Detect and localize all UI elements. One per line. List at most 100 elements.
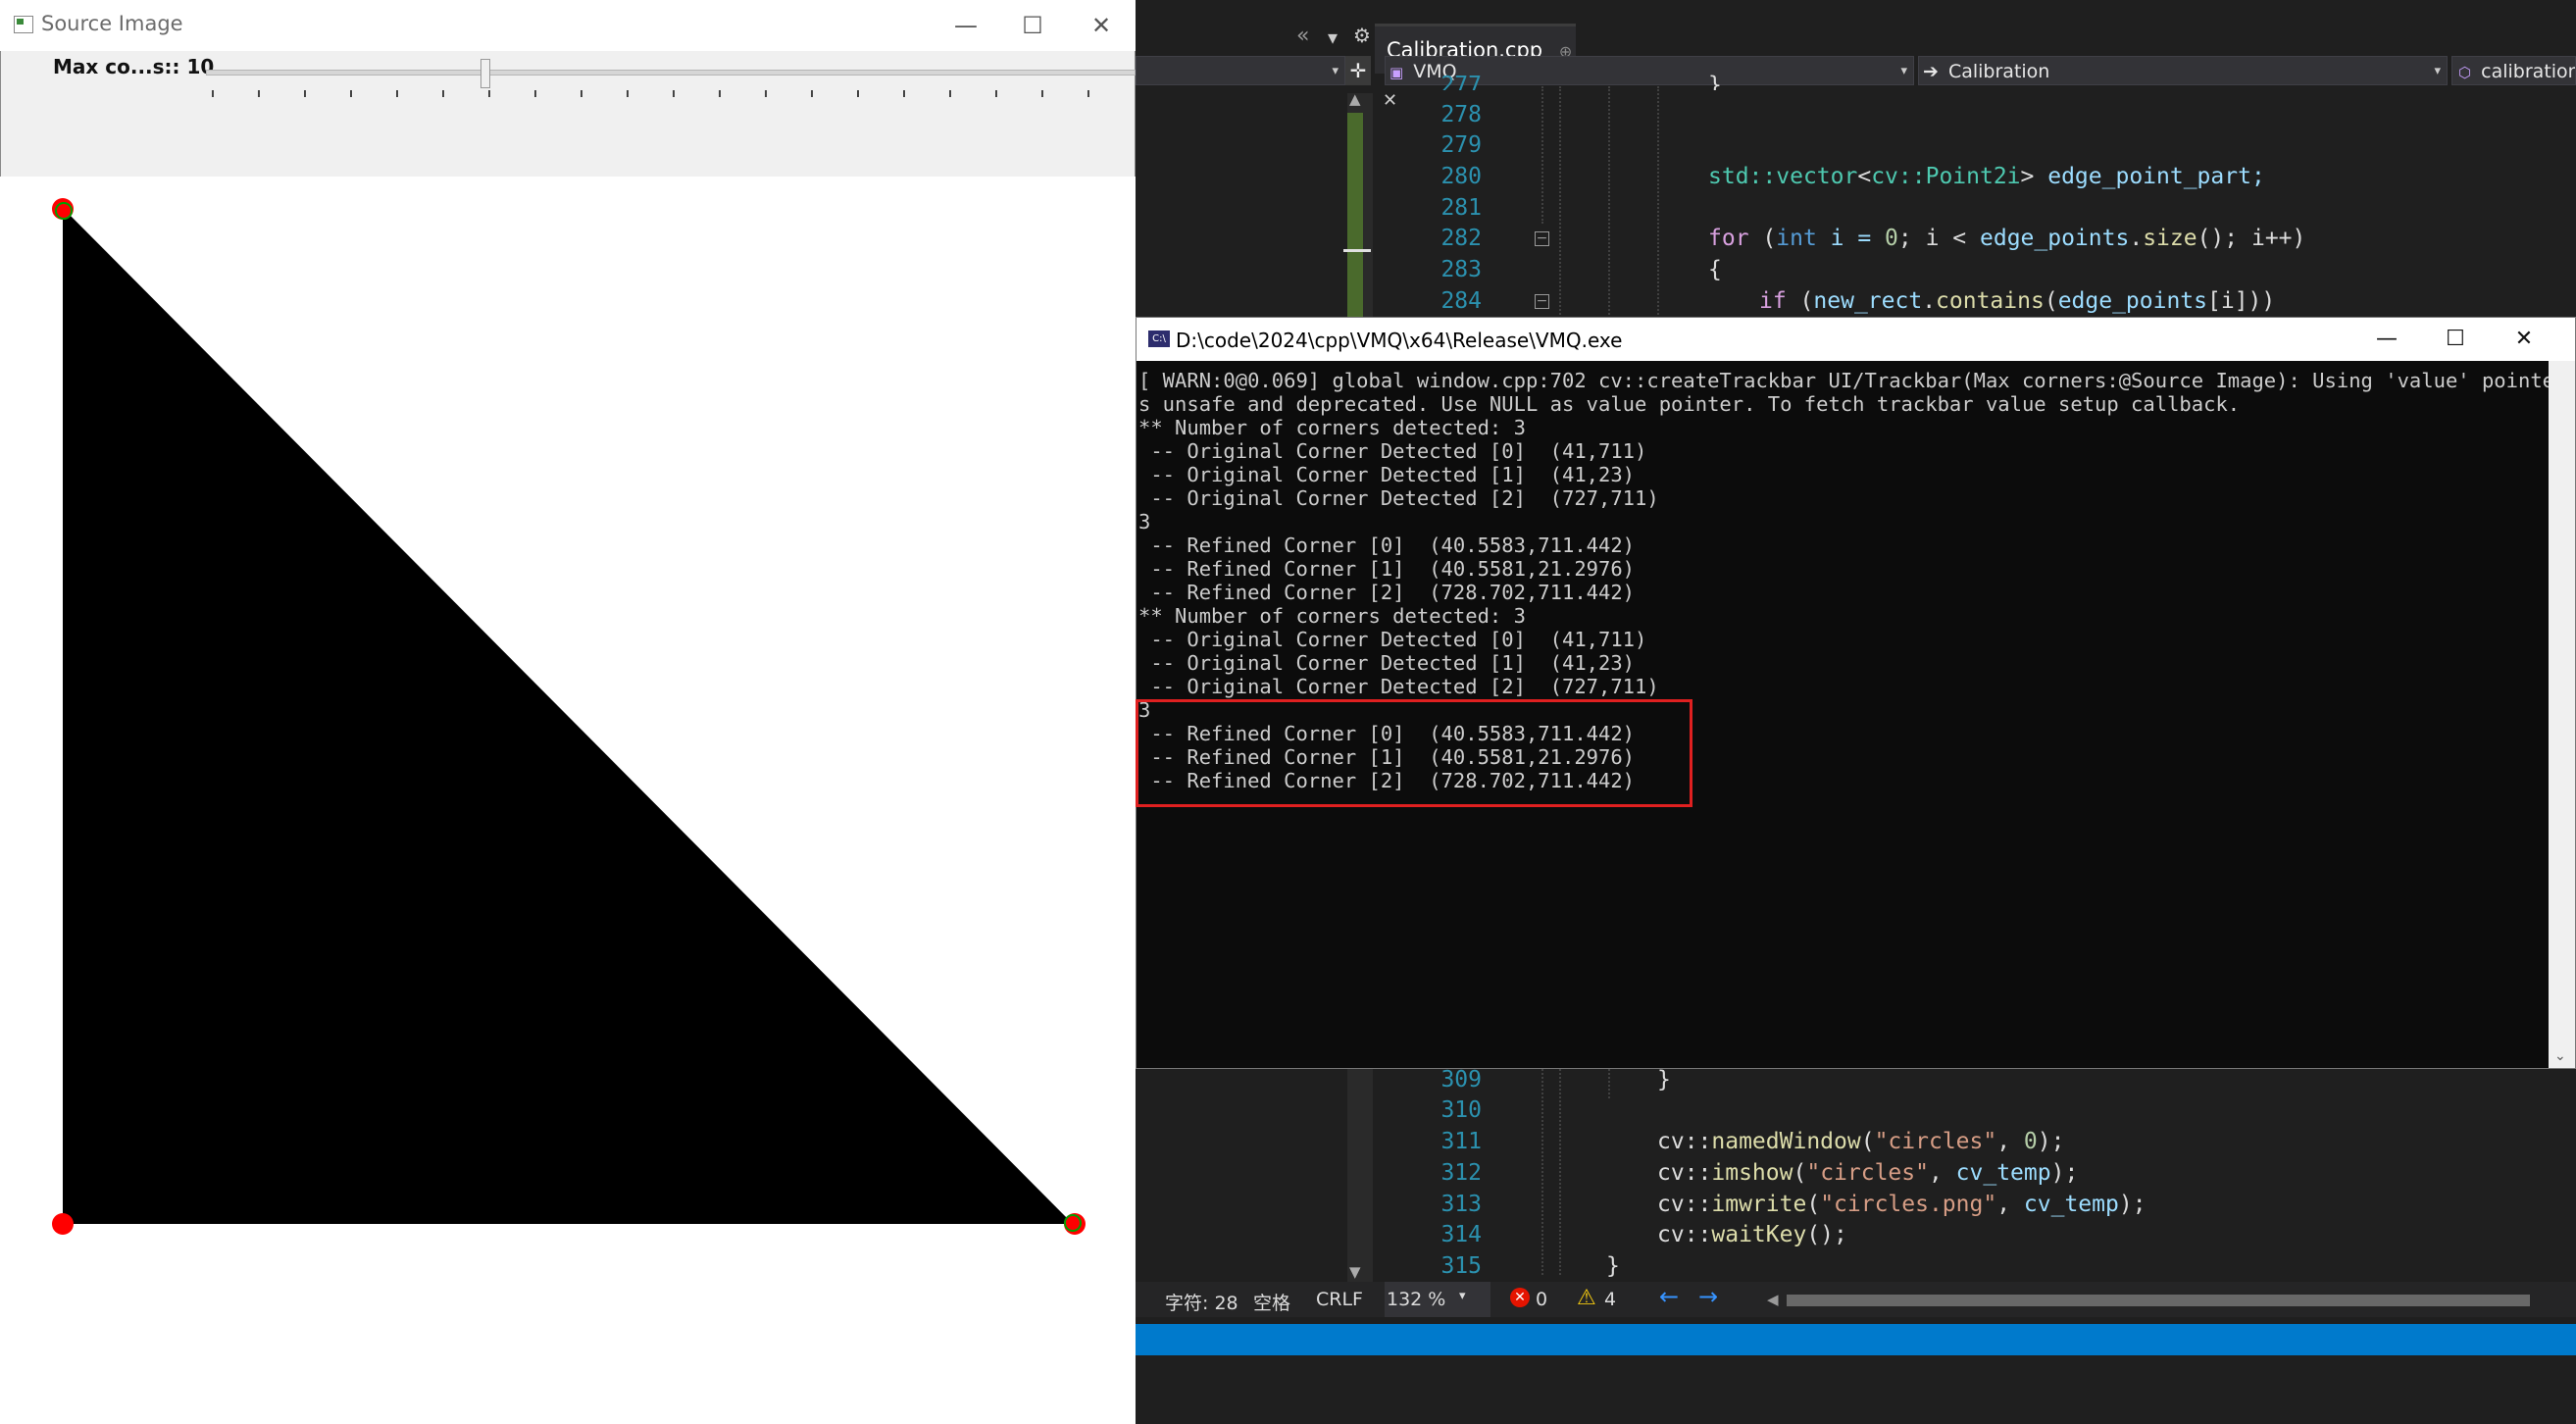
navigate-forward-icon[interactable]: →	[1698, 1283, 1718, 1310]
close-icon[interactable]: ✕	[1067, 0, 1136, 51]
source-image-titlebar[interactable]: Source Image — ☐ ✕	[0, 0, 1136, 51]
chevron-down-icon: ▾	[2434, 64, 2441, 78]
tab-dropdown-icon[interactable]: ▾	[1328, 25, 1338, 49]
console-line: [ WARN:0@0.069] global window.cpp:702 cv…	[1138, 369, 2576, 392]
console-line: -- Original Corner Detected [0] (41,711)	[1138, 439, 1647, 463]
code-line-280[interactable]: std::vector<cv::Point2i> edge_point_part…	[1708, 164, 2265, 189]
console-line: ** Number of corners detected: 3	[1138, 416, 1526, 439]
vs-status-bar	[1136, 1324, 2576, 1355]
member-icon: ⬡	[2458, 64, 2472, 81]
line-number: 278	[1440, 102, 1482, 127]
trackbar-tick	[488, 90, 490, 97]
line-number: 280	[1440, 164, 1482, 189]
scroll-change-marker	[1347, 113, 1363, 319]
line-ending[interactable]: CRLF	[1316, 1289, 1363, 1310]
line-number: 313	[1440, 1192, 1482, 1217]
chevron-down-icon: ▾	[1900, 64, 1907, 78]
trackbar-tick	[581, 90, 582, 97]
window-app-icon	[14, 16, 33, 33]
minimize-icon[interactable]: —	[2352, 318, 2421, 361]
indent-guide	[1559, 86, 1561, 322]
warning-icon[interactable]: ⚠	[1577, 1286, 1596, 1310]
line-number: 315	[1440, 1253, 1482, 1279]
code-line-312[interactable]: cv::imshow("circles", cv_temp);	[1657, 1160, 2078, 1186]
line-number: 282	[1440, 226, 1482, 251]
console-window: C:\ D:\code\2024\cpp\VMQ\x64\Release\VMQ…	[1136, 317, 2576, 1069]
code-line-277[interactable]: }	[1708, 73, 1722, 90]
scroll-down-icon[interactable]: ⌄	[2554, 1048, 2566, 1064]
zoom-combo[interactable]: 132 % ▾	[1385, 1282, 1490, 1317]
error-icon[interactable]: ✕	[1510, 1288, 1530, 1307]
trackbar-tick	[396, 90, 398, 97]
highlight-box	[1136, 699, 1692, 807]
tab-settings-icon[interactable]: ⚙	[1353, 24, 1371, 47]
console-scrollbar[interactable]: ⌄	[2549, 361, 2575, 1068]
fold-guide	[1541, 86, 1543, 224]
maximize-icon[interactable]: ☐	[998, 0, 1067, 51]
console-line: -- Original Corner Detected [1] (41,23)	[1138, 463, 1636, 486]
arrow-right-icon: ➔	[1923, 61, 1939, 82]
tab-scroll-left-icon[interactable]: «	[1296, 24, 1309, 48]
console-line: -- Refined Corner [0] (40.5583,711.442)	[1138, 534, 1636, 557]
scroll-up-icon[interactable]: ▲	[1349, 90, 1361, 108]
minimize-icon[interactable]: —	[932, 0, 1000, 51]
maximize-icon[interactable]: ☐	[2421, 318, 2490, 361]
scroll-left-icon[interactable]: ◀	[1767, 1291, 1779, 1308]
line-number: 279	[1440, 132, 1482, 158]
corner-marker-bottom-left	[52, 1213, 74, 1235]
line-number: 277	[1440, 73, 1482, 90]
indent-guide	[1608, 1069, 1610, 1098]
trackbar-tick	[673, 90, 675, 97]
split-icon[interactable]: ✛	[1345, 56, 1371, 85]
collapse-icon[interactable]: −	[1535, 231, 1549, 246]
code-line-311[interactable]: cv::namedWindow("circles", 0);	[1657, 1129, 2064, 1154]
zoom-value: 132 %	[1387, 1289, 1446, 1310]
trackbar-tick	[258, 90, 260, 97]
console-line: -- Refined Corner [2] (728.702,711.442)	[1138, 581, 1636, 604]
console-line: ** Number of corners detected: 3	[1138, 604, 1526, 628]
black-triangle	[63, 208, 1073, 1224]
console-line: 3	[1138, 510, 1151, 534]
indent-guide	[1559, 1069, 1561, 1275]
line-number: 283	[1440, 257, 1482, 282]
trackbar-tick	[857, 90, 859, 97]
navigate-back-icon[interactable]: ←	[1659, 1283, 1679, 1310]
code-line-282[interactable]: for (int i = 0; i < edge_points.size(); …	[1708, 226, 2305, 251]
scroll-thumb[interactable]	[1343, 249, 1371, 252]
scope-combo-value: Calibration	[1947, 61, 2050, 82]
console-line: -- Original Corner Detected [0] (41,711)	[1138, 628, 1647, 651]
close-icon[interactable]: ✕	[2490, 318, 2558, 361]
collapse-icon[interactable]: −	[1535, 294, 1549, 309]
console-title: D:\code\2024\cpp\VMQ\x64\Release\VMQ.exe	[1176, 329, 1623, 352]
window-title: Source Image	[41, 12, 183, 35]
line-number: 314	[1440, 1222, 1482, 1247]
trackbar-track[interactable]	[206, 70, 1136, 76]
code-line-283[interactable]: {	[1708, 257, 1722, 282]
line-number: 310	[1440, 1097, 1482, 1123]
editor-horizontal-scrollbar[interactable]	[1787, 1295, 2530, 1306]
code-line-314[interactable]: cv::waitKey();	[1657, 1222, 1847, 1247]
scroll-down-icon[interactable]: ▼	[1349, 1263, 1361, 1281]
console-line: s unsafe and deprecated. Use NULL as val…	[1138, 392, 2241, 416]
code-line-313[interactable]: cv::imwrite("circles.png", cv_temp);	[1657, 1192, 2147, 1217]
code-line-309[interactable]: }	[1657, 1067, 1671, 1093]
code-line-284[interactable]: if (new_rect.contains(edge_points[i]))	[1759, 288, 2275, 314]
vs-bottom-panel	[1136, 1355, 2576, 1424]
left-combo[interactable]: ▾	[1136, 56, 1345, 85]
console-line: -- Original Corner Detected [1] (41,23)	[1138, 651, 1636, 675]
code-line-315[interactable]: }	[1606, 1253, 1620, 1279]
trackbar-tick	[1087, 90, 1089, 97]
char-position[interactable]: 字符: 28	[1165, 1289, 1238, 1315]
scope-combo[interactable]: ➔ Calibration ▾	[1918, 56, 2448, 85]
trackbar-tick	[995, 90, 997, 97]
trackbar-thumb[interactable]	[480, 59, 490, 88]
member-combo[interactable]: ⬡ calibration	[2451, 56, 2576, 85]
chevron-down-icon: ▾	[1332, 64, 1339, 78]
console-titlebar[interactable]: C:\ D:\code\2024\cpp\VMQ\x64\Release\VMQ…	[1136, 318, 2575, 361]
indent-mode[interactable]: 空格	[1253, 1289, 1290, 1315]
error-count[interactable]: 0	[1536, 1289, 1547, 1310]
triangle-image	[52, 198, 1086, 1235]
console-app-icon: C:\	[1148, 331, 1170, 347]
warning-count[interactable]: 4	[1604, 1289, 1616, 1310]
line-number: 309	[1440, 1067, 1482, 1093]
